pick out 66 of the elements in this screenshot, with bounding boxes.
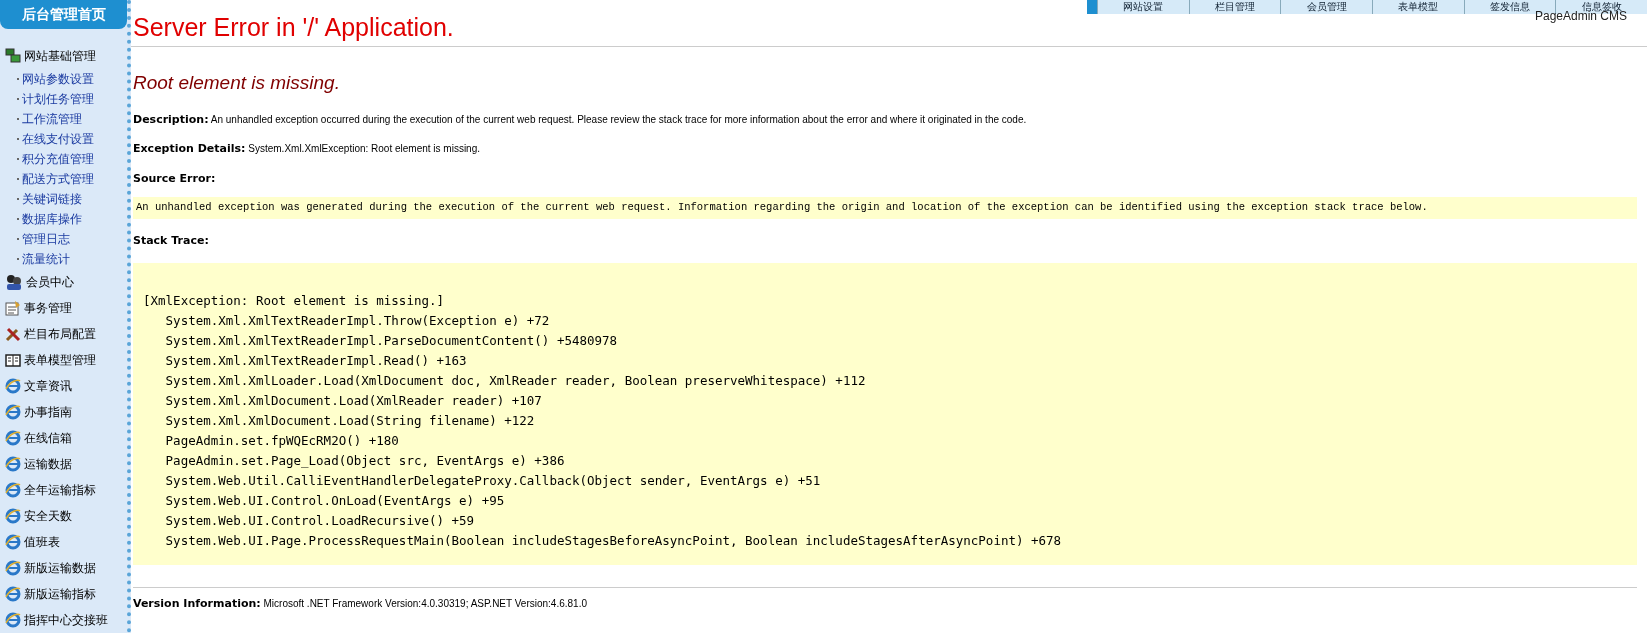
browser-e-icon <box>5 534 21 550</box>
error-heading: Root element is missing. <box>133 71 341 95</box>
sidebar-category[interactable]: 安全天数 <box>24 507 72 525</box>
stack-trace-line: System.Xml.XmlDocument.Load(XmlReader reader) +107 <box>164 392 543 411</box>
sidebar-category[interactable]: 指挥中心交接班 <box>24 611 108 629</box>
people-icon <box>5 273 23 291</box>
sidebar-category[interactable]: 栏目布局配置 <box>24 325 96 343</box>
stack-trace-line: PageAdmin.set.fpWQEcRM2O() +180 <box>164 432 400 451</box>
notepad-icon <box>5 300 21 316</box>
browser-e-icon <box>5 482 21 498</box>
version-info: Version Information: Microsoft .NET Framework Version:4.0.30319; ASP.NET Version:4.6.81.0 <box>133 596 588 613</box>
stack-trace-line: System.Xml.XmlTextReaderImpl.Throw(Exception e) +72 <box>164 312 551 331</box>
exception-details: Exception Details: System.Xml.XmlException: Root element is missing. <box>133 141 481 157</box>
sidebar-category[interactable]: 事务管理 <box>24 299 72 317</box>
sidebar-header[interactable]: 后台管理首页 <box>0 0 127 29</box>
sidebar-category[interactable]: 表单模型管理 <box>24 351 96 369</box>
computers-icon <box>5 48 21 64</box>
stack-trace-line: System.Web.Util.CalliEventHandlerDelegateProxy.Callback(Object sender, EventArgs e) +51 <box>164 472 822 491</box>
page-title: Server Error in '/' Application. <box>133 14 454 40</box>
sidebar-link[interactable]: 流量统计 <box>22 250 70 268</box>
section-label: Stack Trace: <box>133 232 210 249</box>
source-error-text: An unhandled exception was generated during the execution of the current web request. Information regarding the origin and location of the exception can be identified using the exception stack trace below. <box>133 197 1637 219</box>
stack-trace-line: System.Web.UI.Control.OnLoad(EventArgs e) +95 <box>164 492 506 511</box>
sidebar-category[interactable]: 值班表 <box>24 533 60 551</box>
sidebar-link[interactable]: 网站参数设置 <box>22 70 94 88</box>
sidebar-link[interactable]: 在线支付设置 <box>22 130 94 148</box>
sidebar-link[interactable]: 工作流管理 <box>22 110 82 128</box>
stack-trace-line: System.Xml.XmlLoader.Load(XmlDocument doc, XmlReader reader, Boolean preserveWhitespace) +112 <box>164 372 867 391</box>
stack-trace-line: PageAdmin.set.Page_Load(Object src, EventArgs e) +386 <box>164 452 566 471</box>
sidebar-category[interactable]: 在线信箱 <box>24 429 72 447</box>
browser-e-icon <box>5 404 21 420</box>
section-label: Source Error: <box>133 170 217 187</box>
browser-e-icon <box>5 508 21 524</box>
stack-trace-line: System.Xml.XmlTextReaderImpl.ParseDocumentContent() +5480978 <box>164 332 619 351</box>
sidebar-link[interactable]: 积分充值管理 <box>22 150 94 168</box>
browser-e-icon <box>5 586 21 602</box>
stack-trace-line: System.Web.UI.Control.LoadRecursive() +59 <box>164 512 476 531</box>
browser-e-icon <box>5 612 21 628</box>
nav-tab[interactable]: 栏目管理 <box>1188 0 1281 14</box>
description-text: Description: An unhandled exception occurred during the execution of the current web request. Please review the stack trace for more information about the error and where it originated in the code. <box>133 111 1028 128</box>
tools-icon <box>5 326 21 342</box>
sidebar-link[interactable]: 管理日志 <box>22 230 70 248</box>
stack-trace-line: System.Xml.XmlTextReaderImpl.Read() +163 <box>164 352 468 371</box>
sidebar-category[interactable]: 全年运输指标 <box>24 481 96 499</box>
sidebar-link[interactable]: 数据库操作 <box>22 210 82 228</box>
browser-e-icon <box>5 430 21 446</box>
nav-tab[interactable]: 表单模型 <box>1372 0 1464 14</box>
browser-e-icon <box>5 378 21 394</box>
sidebar-link[interactable]: 计划任务管理 <box>22 90 94 108</box>
sidebar-category[interactable]: 运输数据 <box>24 455 72 473</box>
sidebar-category[interactable]: 文章资讯 <box>24 377 72 395</box>
nav-tab[interactable]: 会员管理 <box>1280 0 1372 14</box>
sidebar-category[interactable]: 会员中心 <box>26 273 74 291</box>
stack-trace-line: System.Xml.XmlDocument.Load(String filename) +122 <box>164 412 536 431</box>
browser-e-icon <box>5 456 21 472</box>
nav-tab[interactable]: 网站设置 <box>1097 0 1189 14</box>
sidebar-link[interactable]: 配送方式管理 <box>22 170 94 188</box>
sidebar-category[interactable]: 网站基础管理 <box>24 47 96 65</box>
book-icon <box>5 352 21 368</box>
sidebar-link[interactable]: 关键词链接 <box>22 190 82 208</box>
browser-e-icon <box>5 560 21 576</box>
sidebar-category[interactable]: 办事指南 <box>24 403 72 421</box>
sidebar-category[interactable]: 新版运输指标 <box>24 585 96 603</box>
stack-trace-line: System.Web.UI.Page.ProcessRequestMain(Boolean includeStagesBeforeAsyncPoint, Boolean includeStagesAfterAsyncPoint) +678 <box>164 532 1063 551</box>
sidebar-category[interactable]: 新版运输数据 <box>24 559 96 577</box>
stack-trace-line: [XmlException: Root element is missing.] <box>143 292 446 311</box>
